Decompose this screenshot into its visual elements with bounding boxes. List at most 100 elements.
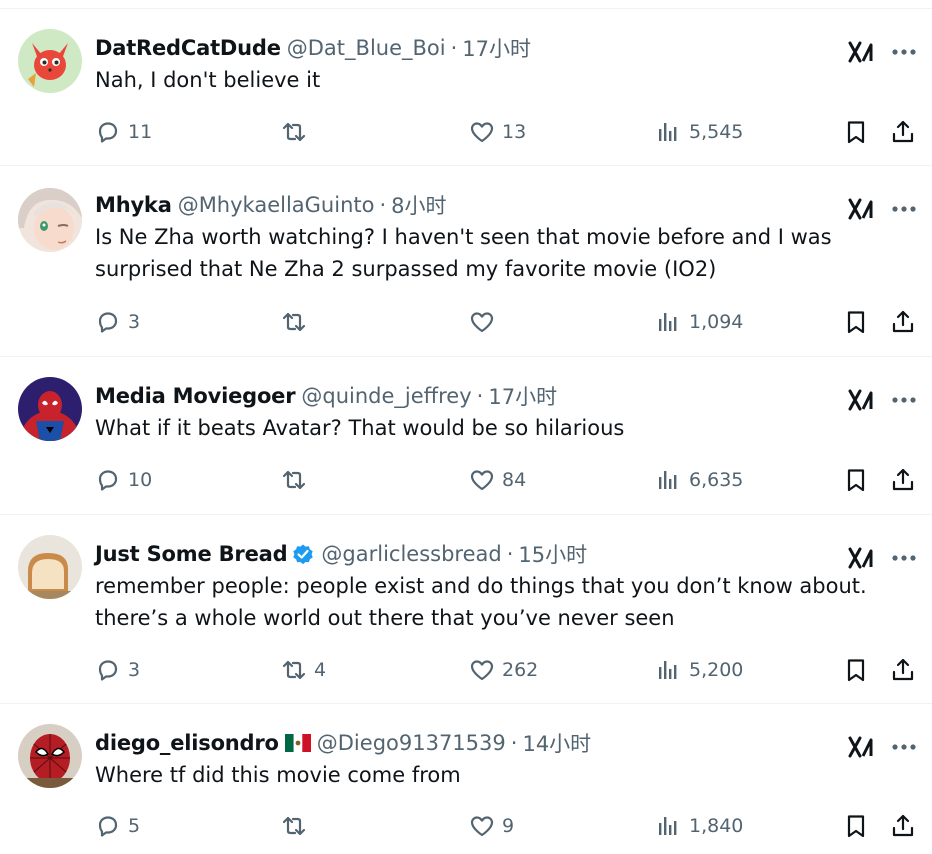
- views-icon: [659, 313, 677, 331]
- tweet[interactable]: diego_elisondro @Diego91371539 · 14小时 Wh…: [0, 704, 932, 854]
- like-button[interactable]: [468, 306, 502, 338]
- user-handle[interactable]: @Dat_Blue_Boi: [287, 36, 446, 60]
- bookmark-icon: [847, 121, 865, 144]
- display-name[interactable]: DatRedCatDude: [95, 36, 281, 60]
- reply-button[interactable]: 3: [94, 306, 140, 338]
- avatar[interactable]: [18, 377, 82, 441]
- views-button[interactable]: 5,545: [655, 116, 743, 148]
- like-button[interactable]: 13: [468, 116, 526, 148]
- repost-button[interactable]: [280, 464, 314, 496]
- like-button[interactable]: 9: [468, 810, 514, 842]
- repost-button[interactable]: [280, 116, 314, 148]
- more-icon[interactable]: [888, 196, 920, 222]
- views-count: 1,840: [689, 815, 744, 837]
- views-icon: [659, 661, 677, 679]
- reply-feed: DatRedCatDude @Dat_Blue_Boi · 17小时 Nah, …: [0, 0, 932, 854]
- more-icon[interactable]: [888, 545, 920, 571]
- tweet[interactable]: Mhyka @MhykaellaGuinto · 8小时 Is Ne Zha w…: [0, 166, 932, 357]
- action-bar: 10 84 6,635: [0, 464, 932, 496]
- grok-icon[interactable]: [847, 545, 877, 571]
- grok-icon[interactable]: [847, 734, 877, 760]
- grok-icon[interactable]: [847, 196, 877, 222]
- user-handle[interactable]: @quinde_jeffrey: [301, 384, 471, 408]
- display-name[interactable]: Just Some Bread: [95, 542, 288, 566]
- grok-icon[interactable]: [847, 387, 877, 413]
- user-handle[interactable]: @garliclessbread: [321, 542, 501, 566]
- like-icon: [470, 816, 494, 837]
- reply-button[interactable]: 3: [94, 654, 140, 686]
- views-button[interactable]: 6,635: [655, 464, 743, 496]
- repost-icon: [282, 312, 306, 332]
- like-icon: [470, 660, 494, 681]
- grok-icon[interactable]: [847, 39, 877, 65]
- action-bar: 11 13 5,545: [0, 116, 932, 148]
- action-bar: 5 9 1,840: [0, 810, 932, 842]
- reply-icon: [98, 312, 118, 333]
- spiderman-avatar-image: [18, 377, 82, 441]
- like-button[interactable]: 84: [468, 464, 526, 496]
- share-button[interactable]: [889, 654, 917, 686]
- repost-button[interactable]: [280, 306, 314, 338]
- tweet-header: Just Some Bread @garliclessbread · 15小时: [95, 537, 587, 571]
- avatar[interactable]: [18, 535, 82, 599]
- timestamp[interactable]: 17小时: [488, 381, 557, 411]
- like-icon: [470, 312, 494, 333]
- share-button[interactable]: [889, 116, 917, 148]
- display-name[interactable]: Mhyka: [95, 193, 172, 217]
- display-name[interactable]: diego_elisondro: [95, 731, 279, 755]
- timestamp[interactable]: 17小时: [462, 33, 531, 63]
- more-icon[interactable]: [888, 734, 920, 760]
- bookmark-icon: [847, 815, 865, 838]
- bookmark-button[interactable]: [842, 810, 870, 842]
- timestamp[interactable]: 15小时: [518, 539, 587, 569]
- bread-avatar-image: [18, 535, 82, 599]
- tweet-header: Mhyka @MhykaellaGuinto · 8小时: [95, 188, 447, 222]
- like-button[interactable]: 262: [468, 654, 538, 686]
- share-button[interactable]: [889, 464, 917, 496]
- avatar[interactable]: [18, 724, 82, 788]
- display-name[interactable]: Media Moviegoer: [95, 384, 296, 408]
- bookmark-button[interactable]: [842, 306, 870, 338]
- avatar[interactable]: [18, 188, 82, 252]
- user-handle[interactable]: @MhykaellaGuinto: [178, 193, 375, 217]
- tweet-header: DatRedCatDude @Dat_Blue_Boi · 17小时: [95, 31, 531, 65]
- mexico-flag-icon: [284, 734, 311, 752]
- repost-button[interactable]: [280, 810, 314, 842]
- reply-button[interactable]: 10: [94, 464, 152, 496]
- tweet-text: Nah, I don't believe it: [95, 65, 905, 97]
- share-icon: [892, 120, 914, 143]
- tweet[interactable]: Just Some Bread @garliclessbread · 15小时 …: [0, 515, 932, 704]
- timestamp[interactable]: 8小时: [391, 190, 446, 220]
- avatar[interactable]: [18, 29, 82, 93]
- share-button[interactable]: [889, 306, 917, 338]
- spiderman-mask-avatar-image: [18, 724, 82, 788]
- views-button[interactable]: 1,094: [655, 306, 743, 338]
- reply-button[interactable]: 5: [94, 810, 140, 842]
- verified-badge-icon: [291, 542, 315, 566]
- tweet-text: Where tf did this movie come from: [95, 760, 905, 792]
- repost-icon: [282, 122, 306, 142]
- tweet-text-line: there’s a whole world out there that you…: [95, 605, 675, 630]
- reply-button[interactable]: 11: [94, 116, 152, 148]
- reply-icon: [98, 660, 118, 681]
- bookmark-button[interactable]: [842, 654, 870, 686]
- views-button[interactable]: 1,840: [655, 810, 743, 842]
- more-icon[interactable]: [888, 387, 920, 413]
- tweet[interactable]: DatRedCatDude @Dat_Blue_Boi · 17小时 Nah, …: [0, 9, 932, 166]
- bookmark-button[interactable]: [842, 464, 870, 496]
- tweet[interactable]: Media Moviegoer @quinde_jeffrey · 17小时 W…: [0, 357, 932, 515]
- bookmark-button[interactable]: [842, 116, 870, 148]
- bookmark-icon: [847, 659, 865, 682]
- timestamp[interactable]: 14小时: [522, 728, 591, 758]
- reply-count: 10: [128, 469, 153, 491]
- views-button[interactable]: 5,200: [655, 654, 743, 686]
- tweet-text-line: Where tf did this movie come from: [95, 763, 461, 787]
- tweet-text-line: Is Ne Zha worth watching? I haven't seen…: [95, 225, 832, 249]
- user-handle[interactable]: @Diego91371539: [317, 731, 506, 755]
- more-icon[interactable]: [888, 39, 920, 65]
- reply-icon: [98, 816, 118, 837]
- tweet-text-line: Nah, I don't believe it: [95, 68, 321, 92]
- repost-button[interactable]: 4: [280, 654, 326, 686]
- reply-count: 11: [128, 121, 153, 143]
- share-button[interactable]: [889, 810, 917, 842]
